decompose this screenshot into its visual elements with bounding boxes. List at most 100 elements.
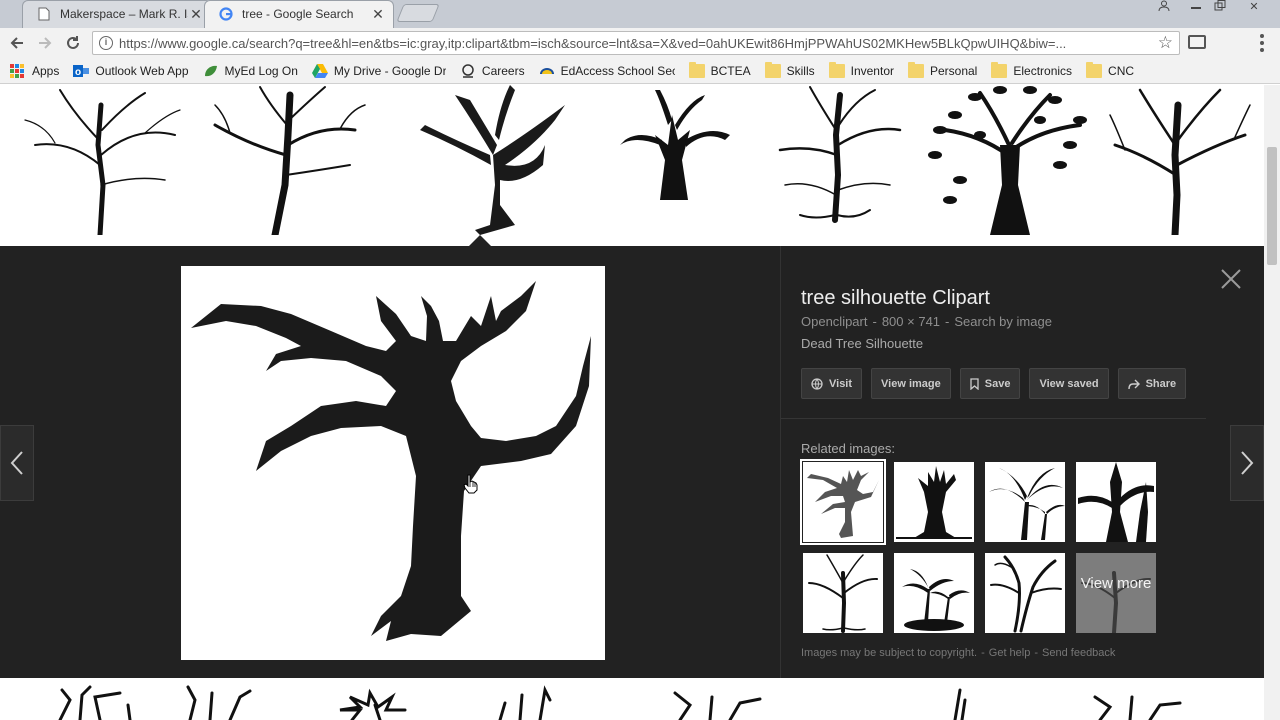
- previous-image-button[interactable]: [0, 425, 34, 501]
- address-bar[interactable]: i https://www.google.ca/search?q=tree&hl…: [92, 31, 1180, 55]
- related-images-label: Related images:: [801, 441, 895, 456]
- tree-thumbnail[interactable]: [770, 85, 910, 235]
- send-feedback-link[interactable]: Send feedback: [1042, 647, 1115, 659]
- related-image[interactable]: [1076, 462, 1156, 542]
- image-actions: Visit View image Save View saved Share: [801, 368, 1195, 399]
- view-saved-button[interactable]: View saved: [1029, 368, 1109, 399]
- site-info-icon[interactable]: i: [99, 36, 113, 50]
- bookmark-label: My Drive - Google Dr: [333, 63, 446, 78]
- bookmark-skills[interactable]: Skills: [764, 61, 815, 78]
- share-label: Share: [1145, 377, 1177, 390]
- bookmark-myed[interactable]: MyEd Log On: [203, 64, 298, 78]
- tree-thumbnail[interactable]: [920, 85, 1100, 235]
- next-image-button[interactable]: [1230, 425, 1264, 501]
- bookmark-star-icon[interactable]: ☆: [1158, 33, 1173, 53]
- view-saved-label: View saved: [1039, 377, 1099, 390]
- copyright-notice: Images may be subject to copyright.: [801, 647, 978, 659]
- google-g-icon: [218, 6, 234, 22]
- close-tab-icon[interactable]: ✕: [188, 6, 204, 22]
- related-image[interactable]: [985, 553, 1065, 633]
- bookmark-edaccess[interactable]: EdAccess School Sec: [539, 64, 675, 78]
- image-source[interactable]: Openclipart: [801, 314, 867, 329]
- close-tab-icon[interactable]: ✕: [370, 6, 386, 22]
- tab-makerspace[interactable]: Makerspace – Mark R. Isf ✕: [22, 0, 212, 28]
- reload-icon[interactable]: [62, 32, 84, 54]
- minimize-icon[interactable]: [1184, 0, 1208, 14]
- bookmark-inventor[interactable]: Inventor: [828, 61, 894, 78]
- tree-thumbnail[interactable]: [610, 85, 740, 235]
- folder-icon: [907, 61, 924, 78]
- image-title[interactable]: tree silhouette Clipart: [801, 287, 990, 310]
- selected-image[interactable]: [181, 266, 605, 660]
- folder-icon: [688, 61, 705, 78]
- image-viewer-panel: tree silhouette Clipart Openclipart -800 …: [0, 246, 1264, 678]
- bookmark-label: Inventor: [850, 63, 894, 78]
- view-image-button[interactable]: View image: [871, 368, 951, 399]
- bookmark-careers[interactable]: Careers: [460, 64, 525, 78]
- edaccess-icon: [539, 64, 555, 78]
- page-scrollbar[interactable]: [1264, 85, 1280, 720]
- tab-title: tree - Google Search: [242, 7, 354, 21]
- globe-icon: [811, 377, 823, 390]
- image-results-row: [0, 85, 1264, 245]
- close-icon[interactable]: [1218, 266, 1244, 292]
- bookmark-google-drive[interactable]: My Drive - Google Dr: [311, 63, 446, 78]
- visit-button[interactable]: Visit: [801, 368, 863, 399]
- restore-icon[interactable]: [1208, 0, 1232, 14]
- related-image[interactable]: [985, 462, 1065, 542]
- new-tab-button[interactable]: [396, 4, 440, 22]
- bookmark-cnc[interactable]: CNC: [1086, 61, 1134, 78]
- bookmark-personal[interactable]: Personal: [907, 61, 977, 78]
- bookmark-label: EdAccess School Sec: [560, 63, 675, 78]
- bookmark-electronics[interactable]: Electronics: [991, 61, 1072, 78]
- save-label: Save: [984, 377, 1011, 390]
- view-more-button[interactable]: View more: [1076, 553, 1156, 633]
- image-description[interactable]: Dead Tree Silhouette: [801, 336, 923, 351]
- tab-strip: Makerspace – Mark R. Isf ✕ tree - Google…: [0, 0, 1280, 28]
- share-icon: [1127, 378, 1140, 390]
- image-meta: Openclipart -800 × 741- Search by image: [801, 314, 1052, 329]
- close-window-icon[interactable]: ✕: [1242, 0, 1266, 14]
- tree-thumbnail[interactable]: [200, 85, 370, 235]
- cast-icon[interactable]: [1188, 35, 1206, 49]
- back-icon[interactable]: [6, 32, 28, 54]
- get-help-link[interactable]: Get help: [989, 647, 1031, 659]
- bookmark-icon: [970, 377, 979, 390]
- bookmark-label: Careers: [481, 63, 525, 78]
- selection-notch: [469, 235, 491, 246]
- folder-icon: [991, 61, 1008, 78]
- save-button[interactable]: Save: [959, 368, 1021, 399]
- image-dimensions: 800 × 741: [881, 314, 941, 329]
- search-results-page: tree silhouette Clipart Openclipart -800 …: [0, 85, 1280, 720]
- share-button[interactable]: Share: [1117, 368, 1187, 399]
- url-text[interactable]: https://www.google.ca/search?q=tree&hl=e…: [119, 36, 1149, 51]
- bookmark-label: BCTEA: [710, 63, 751, 78]
- related-image[interactable]: [800, 459, 886, 545]
- menu-kebab-icon[interactable]: [1254, 33, 1270, 53]
- search-by-image-link[interactable]: Search by image: [954, 314, 1052, 329]
- related-image[interactable]: [894, 462, 974, 542]
- image-info-pane: tree silhouette Clipart Openclipart -800 …: [780, 246, 1210, 678]
- svg-text:o: o: [75, 67, 81, 78]
- bookmark-label: Skills: [786, 63, 815, 78]
- image-results-row: [0, 685, 1264, 720]
- bookmark-outlook[interactable]: o Outlook Web App: [73, 63, 189, 78]
- profile-icon[interactable]: [1152, 0, 1176, 14]
- forward-icon[interactable]: [34, 32, 56, 54]
- visit-label: Visit: [829, 377, 853, 390]
- related-image[interactable]: [803, 553, 883, 633]
- scrollbar-thumb[interactable]: [1267, 147, 1277, 265]
- tab-google-search[interactable]: tree - Google Search ✕: [204, 0, 394, 28]
- tree-thumbnail[interactable]: [395, 85, 575, 235]
- related-image[interactable]: [894, 553, 974, 633]
- folder-icon: [764, 61, 781, 78]
- bookmark-label: Outlook Web App: [95, 63, 189, 78]
- bookmarks-bar: Apps o Outlook Web App MyEd Log On My Dr…: [0, 58, 1280, 84]
- tab-title: Makerspace – Mark R. Isf: [60, 7, 188, 21]
- view-more-label: View more: [1080, 575, 1152, 592]
- bookmark-apps[interactable]: Apps: [10, 63, 59, 78]
- divider: [781, 418, 1206, 419]
- tree-thumbnail[interactable]: [15, 85, 185, 235]
- tree-thumbnail[interactable]: [1105, 85, 1255, 235]
- bookmark-bctea[interactable]: BCTEA: [688, 61, 751, 78]
